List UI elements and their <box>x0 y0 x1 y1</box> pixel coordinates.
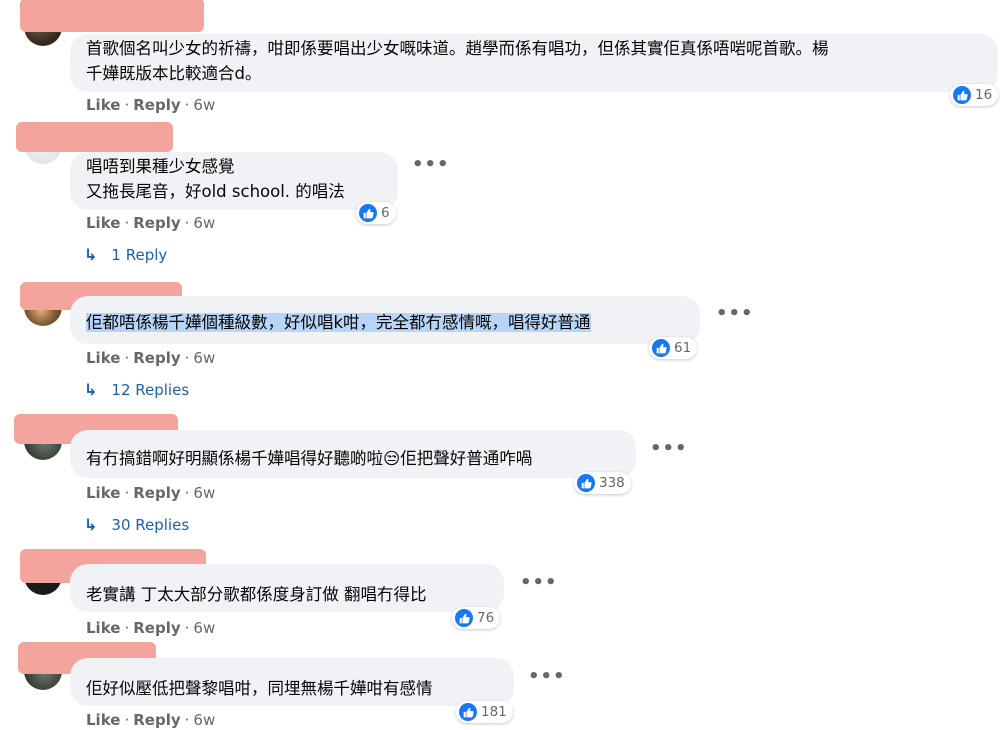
comment-text: 首歌個名叫少女的祈禱，咁即係要唱出少女嘅味道。趙學而係有唱功，但係其實佢真係唔啱… <box>86 39 829 58</box>
reply-link[interactable]: Reply <box>133 349 180 367</box>
like-link[interactable]: Like <box>86 484 120 502</box>
like-count: 76 <box>477 610 495 626</box>
reaction-count[interactable]: 76 <box>452 607 501 629</box>
like-reaction-icon <box>652 339 670 357</box>
action-separator: · <box>124 619 130 637</box>
action-separator: · <box>184 349 190 367</box>
action-separator: · <box>124 711 130 729</box>
action-separator: · <box>124 214 130 232</box>
like-link[interactable]: Like <box>86 214 120 232</box>
comment-bubble: 佢都唔係楊千嬅個種級數，好似唱k咁，完全都冇感情嘅，唱得好普通 <box>70 296 700 344</box>
timestamp[interactable]: 6w <box>193 96 215 114</box>
timestamp[interactable]: 6w <box>193 711 215 729</box>
action-separator: · <box>124 96 130 114</box>
reply-link[interactable]: Reply <box>133 214 180 232</box>
replies-count: 1 Reply <box>111 246 168 264</box>
action-separator: · <box>124 484 130 502</box>
comment-text: 有冇搞錯啊好明顯係楊千嬅唱得好聽啲啦😒佢把聲好普通咋喎 <box>86 449 533 468</box>
reply-link[interactable]: Reply <box>133 619 180 637</box>
like-count: 61 <box>674 340 692 356</box>
more-options-icon[interactable]: ••• <box>412 156 450 174</box>
comment-text: 老實講 丁太大部分歌都係度身訂做 翻唱冇得比 <box>86 585 427 604</box>
comment-actions: Like · Reply · 6w <box>86 213 215 233</box>
timestamp[interactable]: 6w <box>193 619 215 637</box>
comment-actions: Like · Reply · 6w <box>86 710 215 730</box>
like-link[interactable]: Like <box>86 619 120 637</box>
like-link[interactable]: Like <box>86 96 120 114</box>
reaction-count[interactable]: 181 <box>456 701 513 723</box>
timestamp[interactable]: 6w <box>193 349 215 367</box>
comment-actions: Like · Reply · 6w <box>86 95 215 115</box>
reaction-count[interactable]: 338 <box>574 472 631 494</box>
reaction-count[interactable]: 6 <box>356 202 396 224</box>
action-separator: · <box>184 214 190 232</box>
comment-actions: Like · Reply · 6w <box>86 348 215 368</box>
timestamp[interactable]: 6w <box>193 484 215 502</box>
action-separator: · <box>124 349 130 367</box>
like-count: 16 <box>975 87 993 103</box>
more-options-icon[interactable]: ••• <box>528 668 566 686</box>
comment-actions: Like · Reply · 6w <box>86 483 215 503</box>
comment-text: 千嬅既版本比較適合d。 <box>86 64 262 83</box>
action-separator: · <box>184 484 190 502</box>
more-options-icon[interactable]: ••• <box>716 305 754 323</box>
comment-bubble: 唱唔到果種少女感覺 又拖長尾音，好old school. 的唱法 <box>70 152 398 210</box>
reply-arrow-icon: ↳ <box>84 245 98 264</box>
action-separator: · <box>184 96 190 114</box>
comment-actions: Like · Reply · 6w <box>86 618 215 638</box>
timestamp[interactable]: 6w <box>193 214 215 232</box>
reply-arrow-icon: ↳ <box>84 380 98 399</box>
comment-text: 佢好似壓低把聲黎唱咁，同埋無楊千嬅咁有感情 <box>86 679 433 698</box>
comment-bubble: 佢好似壓低把聲黎唱咁，同埋無楊千嬅咁有感情 <box>70 658 514 706</box>
redacted-username <box>16 122 173 152</box>
like-count: 181 <box>481 704 507 720</box>
view-replies-link[interactable]: ↳ 1 Reply <box>84 245 167 265</box>
more-options-icon[interactable]: ••• <box>650 440 688 458</box>
more-options-icon[interactable]: ••• <box>520 574 558 592</box>
reply-arrow-icon: ↳ <box>84 515 98 534</box>
replies-count: 12 Replies <box>111 381 190 399</box>
action-separator: · <box>184 619 190 637</box>
reaction-count[interactable]: 16 <box>950 84 999 106</box>
like-link[interactable]: Like <box>86 711 120 729</box>
like-reaction-icon <box>953 86 971 104</box>
replies-count: 30 Replies <box>111 516 190 534</box>
view-replies-link[interactable]: ↳ 30 Replies <box>84 515 189 535</box>
like-reaction-icon <box>455 609 473 627</box>
comment-text: 佢都唔係楊千嬅個種級數，好似唱k咁，完全都冇感情嘅，唱得好普通 <box>86 313 591 332</box>
comment-bubble: 首歌個名叫少女的祈禱，咁即係要唱出少女嘅味道。趙學而係有唱功，但係其實佢真係唔啱… <box>70 34 998 92</box>
like-reaction-icon <box>577 474 595 492</box>
redacted-username <box>20 0 204 32</box>
like-reaction-icon <box>459 703 477 721</box>
action-separator: · <box>184 711 190 729</box>
reply-link[interactable]: Reply <box>133 96 180 114</box>
reply-link[interactable]: Reply <box>133 484 180 502</box>
like-count: 338 <box>599 475 625 491</box>
like-link[interactable]: Like <box>86 349 120 367</box>
reaction-count[interactable]: 61 <box>649 337 698 359</box>
comment-text: 又拖長尾音，好old school. 的唱法 <box>86 182 345 201</box>
comment-bubble: 老實講 丁太大部分歌都係度身訂做 翻唱冇得比 <box>70 564 504 612</box>
view-replies-link[interactable]: ↳ 12 Replies <box>84 380 189 400</box>
like-count: 6 <box>381 205 390 221</box>
like-reaction-icon <box>359 204 377 222</box>
comment-bubble: 有冇搞錯啊好明顯係楊千嬅唱得好聽啲啦😒佢把聲好普通咋喎 <box>70 430 636 478</box>
comment-text: 唱唔到果種少女感覺 <box>86 157 235 176</box>
reply-link[interactable]: Reply <box>133 711 180 729</box>
